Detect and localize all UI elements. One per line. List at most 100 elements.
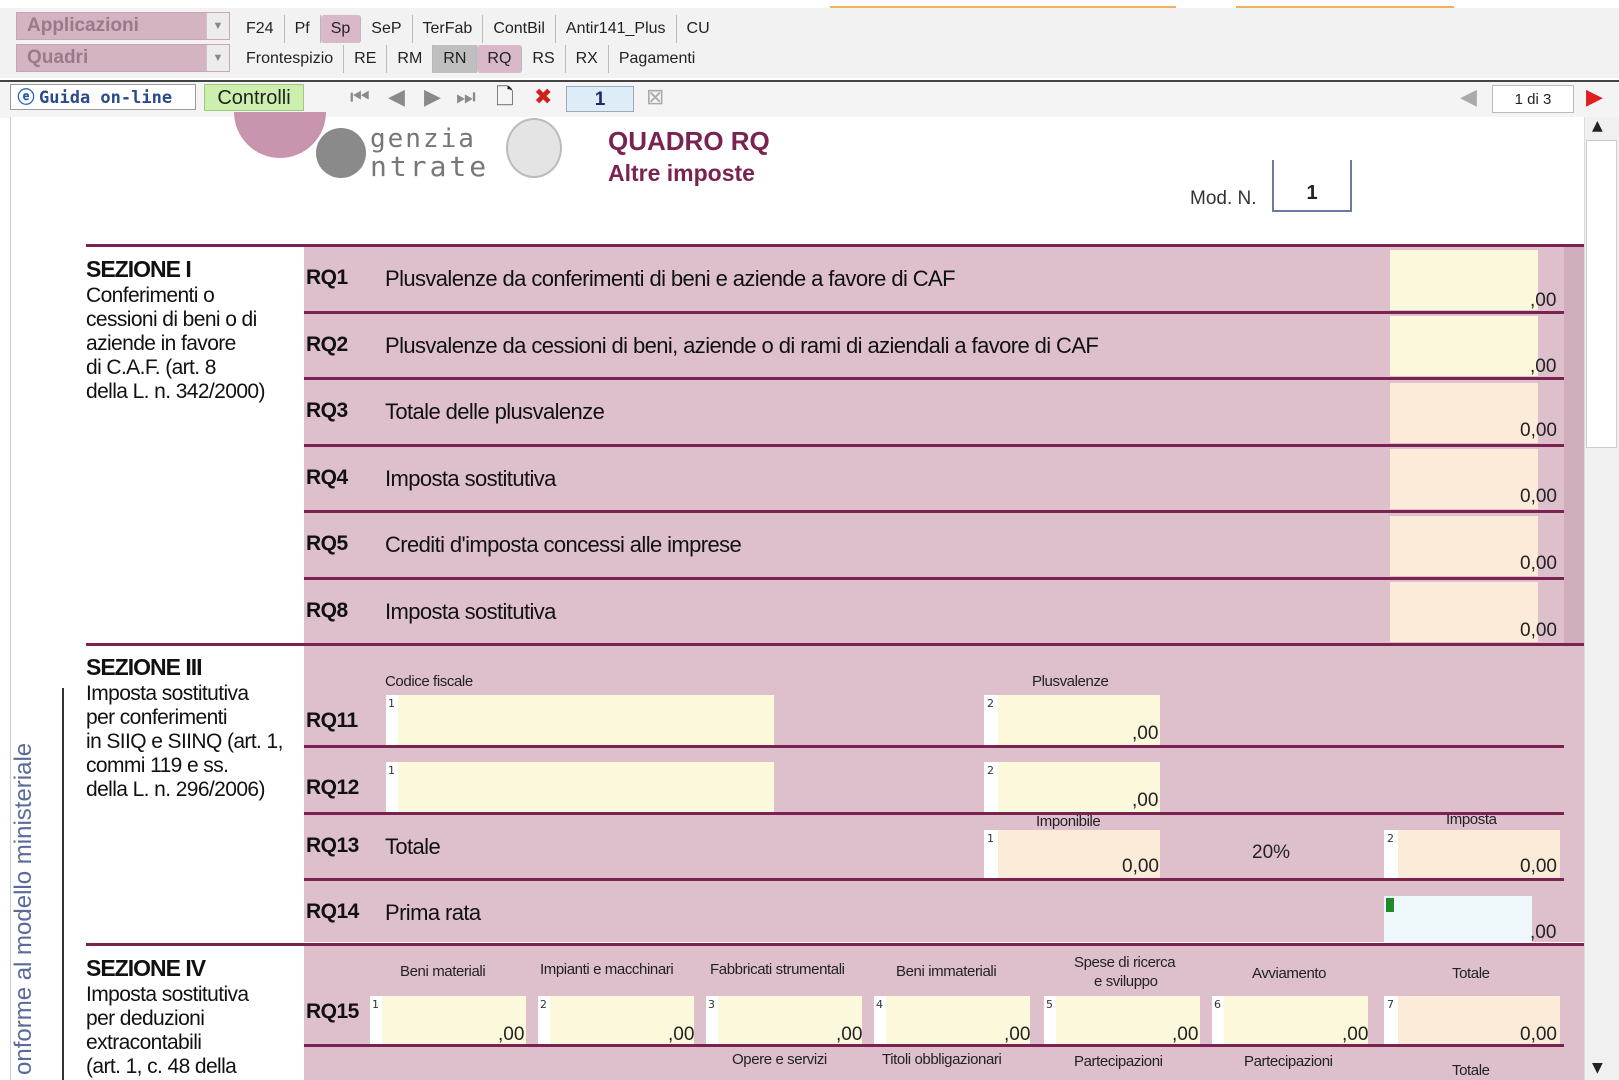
tab-rs[interactable]: RS: [522, 45, 566, 73]
rq15-value-5: ,00: [1172, 1024, 1199, 1045]
scroll-up-icon[interactable]: ▲: [1592, 118, 1603, 134]
sez1-background: [304, 247, 1564, 647]
first-page-icon[interactable]: ⏮: [350, 86, 370, 110]
last-page-icon[interactable]: ⏭: [456, 86, 476, 110]
rq5-field[interactable]: [1390, 516, 1538, 576]
field-index: 1: [386, 762, 398, 812]
tab-rq[interactable]: RQ: [477, 45, 523, 73]
col-spese-ricerca: Spese di ricerca: [1074, 954, 1176, 971]
page-number-input[interactable]: 1: [566, 86, 634, 112]
mod-number-field[interactable]: 1: [1272, 160, 1352, 212]
desc-line: per conferimenti: [86, 706, 228, 729]
rq11-code: RQ11: [306, 709, 358, 732]
rq3-field[interactable]: [1390, 383, 1538, 443]
rq11-codice-field[interactable]: [386, 695, 774, 745]
field-index: 3: [706, 996, 718, 1044]
rq8-field[interactable]: [1390, 582, 1538, 642]
tab-pagamenti[interactable]: Pagamenti: [609, 45, 706, 73]
field-index: 1: [370, 996, 382, 1044]
rq4-field[interactable]: [1390, 449, 1538, 509]
tab-sp[interactable]: Sp: [320, 15, 362, 43]
quadri-dropdown[interactable]: Quadri ▼: [16, 44, 230, 72]
rq15-value-4: ,00: [1004, 1024, 1031, 1045]
tab-sep[interactable]: SeP: [361, 15, 413, 43]
field-number: 4: [876, 998, 883, 1011]
rq15-code: RQ15: [306, 1000, 359, 1023]
new-page-icon[interactable]: 🗋: [496, 86, 514, 110]
tab-rx[interactable]: RX: [566, 45, 609, 73]
tabs-applicazioni: F24 Pf Sp SeP TerFab ContBil Antir141_Pl…: [236, 15, 720, 43]
row-separator: [304, 577, 1564, 580]
desc-line: cessioni di beni o di: [86, 308, 257, 331]
guida-label: Guida on-line: [39, 88, 173, 108]
tab-cu[interactable]: CU: [677, 15, 720, 43]
field-number: 1: [388, 697, 395, 710]
tab-pf[interactable]: Pf: [285, 15, 321, 43]
col-plusvalenze: Plusvalenze: [1032, 673, 1109, 690]
browser-icon: ⓔ: [17, 88, 35, 108]
rq1-field[interactable]: [1390, 250, 1538, 310]
field-index: 7: [1384, 996, 1398, 1044]
rq11-value: ,00: [1132, 723, 1159, 744]
rq1-value: ,00: [1530, 290, 1557, 311]
tab-frontespizio[interactable]: Frontespizio: [236, 45, 345, 73]
field-number: 1: [372, 998, 379, 1011]
rq15-value-3: ,00: [836, 1024, 863, 1045]
rq12-value: ,00: [1132, 790, 1159, 811]
rq5-code: RQ5: [306, 532, 348, 555]
tab-re[interactable]: RE: [344, 45, 388, 73]
applicazioni-dropdown[interactable]: Applicazioni ▼: [16, 12, 230, 40]
rq14-value: ,00: [1530, 922, 1557, 943]
rq13-imponibile-value: 0,00: [1122, 856, 1159, 877]
text-cursor: [1386, 898, 1394, 912]
desc-line: in SIIQ e SIINQ (art. 1,: [86, 730, 283, 753]
controlli-button[interactable]: Controlli: [204, 84, 304, 111]
tab-rm[interactable]: RM: [387, 45, 434, 73]
field-number: 5: [1046, 998, 1053, 1011]
col-totale-2: Totale: [1452, 1062, 1490, 1079]
sez3-title: SEZIONE III: [86, 654, 203, 680]
tab-contbil[interactable]: ContBil: [483, 15, 556, 43]
delete-page-icon[interactable]: ✖: [534, 86, 552, 110]
rq2-label: Plusvalenze da cessioni di beni, aziende…: [385, 333, 1099, 358]
tab-terfab[interactable]: TerFab: [413, 15, 484, 43]
next-page-icon[interactable]: ▶: [424, 86, 441, 110]
scroll-down-icon[interactable]: ▼: [1592, 1060, 1603, 1076]
prev-page-icon[interactable]: ◀: [388, 86, 405, 110]
rq13-label: Totale: [385, 834, 441, 859]
scrollbar-thumb[interactable]: [1586, 140, 1617, 448]
row-separator: [304, 1044, 1564, 1047]
tab-f24[interactable]: F24: [236, 15, 285, 43]
rq13-rate: 20%: [1252, 842, 1291, 863]
rq1-label: Plusvalenze da conferimenti di beni e az…: [385, 266, 956, 291]
col-totale: Totale: [1452, 965, 1490, 982]
quadri-label: Quadri: [27, 47, 89, 68]
rq15-value-6: ,00: [1342, 1024, 1369, 1045]
col-imponibile: Imponibile: [1036, 813, 1101, 830]
field-index: 6: [1212, 996, 1224, 1044]
rq15-value-totale: 0,00: [1520, 1024, 1557, 1045]
rq15-value-2: ,00: [668, 1024, 695, 1045]
tab-rn[interactable]: RN: [433, 45, 478, 73]
rq3-value: 0,00: [1520, 420, 1557, 441]
desc-line: di C.A.F. (art. 8: [86, 356, 216, 379]
rq12-codice-field[interactable]: [386, 762, 774, 812]
tab-antir141[interactable]: Antir141_Plus: [556, 15, 677, 43]
col-imposta: Imposta: [1446, 811, 1497, 828]
desc-line: Imposta sostitutiva: [86, 983, 249, 1006]
logo-text-bottom: ntrate: [370, 150, 490, 183]
tabs-quadri: Frontespizio RE RM RN RQ RS RX Pagamenti: [236, 45, 705, 73]
rq14-label: Prima rata: [385, 900, 481, 925]
field-index: 4: [874, 996, 886, 1044]
guida-online-button[interactable]: ⓔ Guida on-line: [10, 84, 196, 110]
desc-line: della L. n. 296/2006): [86, 778, 265, 801]
col-impianti: Impianti e macchinari: [540, 961, 674, 978]
rq3-code: RQ3: [306, 399, 348, 422]
col-beni-immateriali: Beni immateriali: [896, 963, 997, 980]
emblem-icon: [506, 118, 562, 178]
rq2-field[interactable]: [1390, 316, 1538, 376]
desc-line: Imposta sostitutiva: [86, 682, 249, 705]
next-page-icon[interactable]: ▶: [1586, 86, 1603, 110]
side-rule: [62, 688, 64, 1080]
rq14-field[interactable]: [1384, 896, 1532, 946]
